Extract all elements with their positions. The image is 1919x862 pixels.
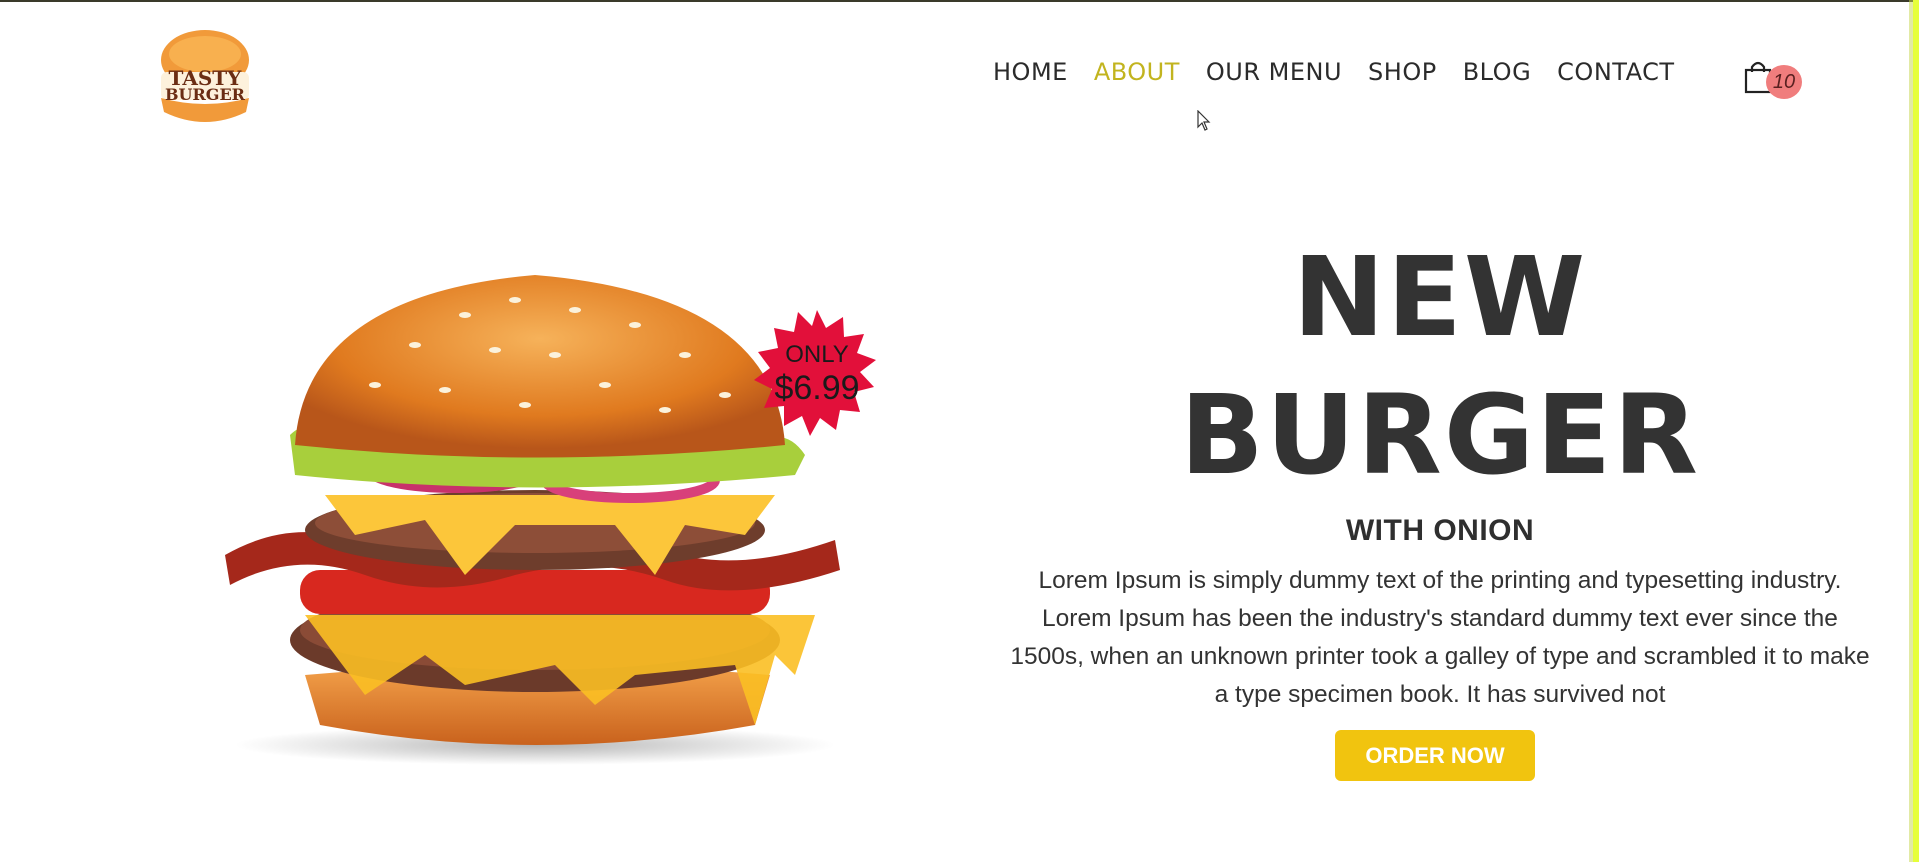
hero-description: Lorem Ipsum is simply dummy text of the … (1010, 567, 1870, 708)
price-value: $6.99 (774, 369, 860, 407)
mouse-pointer-icon (1197, 110, 1211, 131)
main-nav: HOME ABOUT OUR MENU SHOP BLOG CONTACT (993, 58, 1700, 86)
brand-logo[interactable]: TASTY BURGER (158, 28, 252, 126)
nav-our-menu[interactable]: OUR MENU (1206, 58, 1342, 86)
nav-contact[interactable]: CONTACT (1557, 58, 1674, 86)
logo-text-line2: BURGER (165, 85, 246, 104)
nav-about[interactable]: ABOUT (1094, 58, 1180, 86)
right-edge-bar (1909, 0, 1919, 862)
nav-blog[interactable]: BLOG (1463, 58, 1531, 86)
cart-count-badge[interactable]: 10 (1766, 65, 1802, 99)
price-only-label: ONLY (785, 341, 849, 368)
hero-title-line1: NEW (1292, 233, 1588, 361)
hero-title-line2: BURGER (1180, 371, 1700, 499)
price-sticker-text: ONLY $6.99 (752, 310, 882, 440)
top-border (0, 0, 1919, 2)
order-now-button[interactable]: ORDER NOW (1335, 730, 1535, 781)
nav-home[interactable]: HOME (993, 58, 1068, 86)
hero-subtitle: WITH ONION (1345, 514, 1535, 547)
nav-shop[interactable]: SHOP (1368, 58, 1437, 86)
